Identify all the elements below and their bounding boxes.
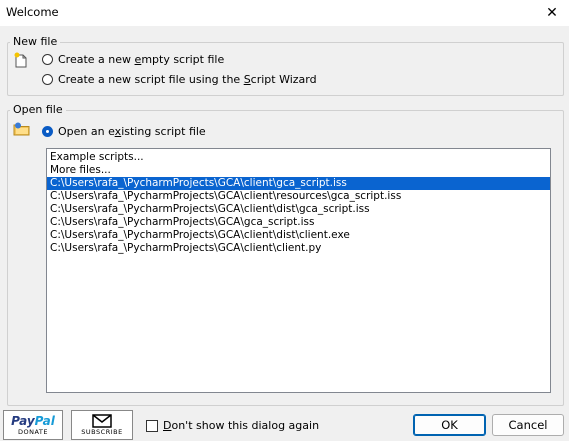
radio-empty-script[interactable] — [42, 54, 53, 65]
new-file-group-label: New file — [10, 35, 61, 48]
new-file-icon — [14, 52, 27, 68]
radio-open-existing[interactable] — [42, 126, 53, 137]
list-item-selected[interactable]: C:\Users\rafa_\PycharmProjects\GCA\clien… — [47, 177, 550, 190]
dont-show-again-option[interactable]: Don't show this dialog again — [146, 419, 319, 432]
paypal-donate-button[interactable]: PayPal DONATE — [3, 410, 63, 440]
envelope-icon — [92, 414, 112, 428]
close-icon: ✕ — [546, 5, 558, 21]
list-item[interactable]: C:\Users\rafa_\PycharmProjects\GCA\clien… — [47, 242, 550, 255]
radio-script-wizard[interactable] — [42, 74, 53, 85]
dont-show-label: Don't show this dialog again — [163, 419, 320, 432]
option-open-existing-label: Open an existing script file — [58, 125, 206, 138]
option-script-wizard-label: Create a new script file using the Scrip… — [58, 73, 317, 86]
list-item[interactable]: C:\Users\rafa_\PycharmProjects\GCA\clien… — [47, 190, 550, 203]
list-item[interactable]: Example scripts... — [47, 151, 550, 164]
cancel-button[interactable]: Cancel — [492, 414, 564, 436]
paypal-logo: PayPal — [11, 413, 55, 428]
title-bar: Welcome ✕ — [0, 0, 569, 26]
list-item[interactable]: C:\Users\rafa_\PycharmProjects\GCA\gca_s… — [47, 216, 550, 229]
close-button[interactable]: ✕ — [535, 0, 569, 26]
subscribe-button[interactable]: SUBSCRIBE — [71, 410, 133, 440]
open-folder-icon — [13, 122, 30, 136]
list-item[interactable]: C:\Users\rafa_\PycharmProjects\GCA\clien… — [47, 229, 550, 242]
list-item[interactable]: C:\Users\rafa_\PycharmProjects\GCA\clien… — [47, 203, 550, 216]
open-file-group-label: Open file — [10, 103, 66, 116]
window-title: Welcome — [6, 5, 59, 19]
ok-button[interactable]: OK — [413, 414, 486, 436]
list-item[interactable]: More files... — [47, 164, 550, 177]
subscribe-label: SUBSCRIBE — [81, 428, 123, 436]
option-empty-script[interactable]: Create a new empty script file — [42, 53, 224, 66]
dont-show-checkbox[interactable] — [146, 419, 158, 432]
option-open-existing[interactable]: Open an existing script file — [42, 125, 206, 138]
file-listbox[interactable]: Example scripts... More files... C:\User… — [46, 148, 551, 393]
new-file-group — [7, 42, 564, 96]
option-script-wizard[interactable]: Create a new script file using the Scrip… — [42, 73, 317, 86]
paypal-donate-label: DONATE — [17, 427, 48, 436]
option-empty-script-label: Create a new empty script file — [58, 53, 225, 66]
